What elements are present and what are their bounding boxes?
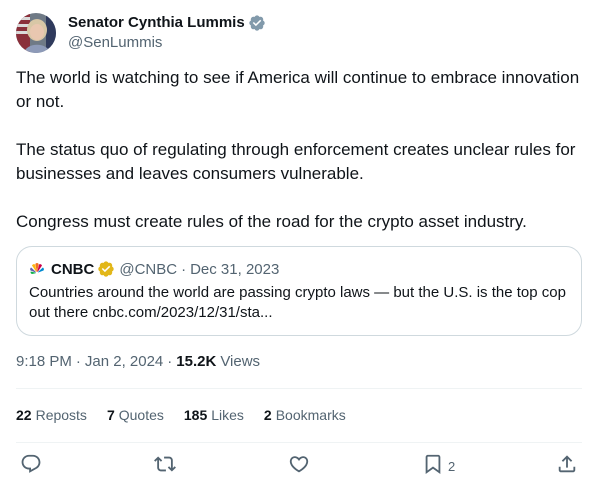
bookmark-button[interactable]: 2 <box>422 452 455 480</box>
views-count: 15.2K <box>176 353 217 370</box>
reply-icon <box>20 453 42 480</box>
views-label: Views <box>220 353 261 370</box>
divider <box>16 388 582 389</box>
repost-button[interactable] <box>154 452 176 480</box>
share-button[interactable] <box>556 452 578 480</box>
tweet-meta: 9:18 PM · Jan 2, 2024 · 15.2K Views <box>16 352 260 372</box>
quotes-count: 7 <box>106 407 115 423</box>
like-heart-icon <box>288 453 310 480</box>
tweet-date[interactable]: Jan 2, 2024 <box>85 352 163 372</box>
tweet-stats: 22 Reposts 7 Quotes 185 Likes 2 Bookmark… <box>16 404 366 426</box>
author-handle[interactable]: @SenLummis <box>68 33 266 53</box>
bookmarks-count: 2 <box>263 407 272 423</box>
reposts-count: 22 <box>16 407 32 423</box>
reposts-label: Reposts <box>35 407 87 423</box>
author-display-name[interactable]: Senator Cynthia Lummis <box>68 13 245 33</box>
reply-button[interactable] <box>20 452 42 480</box>
quotes-stat[interactable]: 7 Quotes <box>107 407 164 423</box>
share-icon <box>556 453 578 480</box>
tweet-header: Senator Cynthia Lummis @SenLummis <box>16 12 266 54</box>
verified-badge-icon[interactable] <box>248 14 266 32</box>
tweet-paragraph: The world is watching to see if America … <box>16 68 580 111</box>
likes-count: 185 <box>183 407 208 423</box>
divider <box>16 442 582 443</box>
likes-label: Likes <box>211 407 244 423</box>
tweet-time[interactable]: 9:18 PM <box>16 352 72 372</box>
verified-gold-badge-icon <box>97 260 115 278</box>
quoted-tweet-date: Dec 31, 2023 <box>190 260 280 278</box>
quoted-tweet-text: Countries around the world are passing c… <box>29 284 566 321</box>
quoted-author-name[interactable]: CNBC <box>51 261 94 278</box>
tweet-action-bar: 2 <box>12 452 586 482</box>
bookmarks-label: Bookmarks <box>275 407 346 423</box>
bookmark-count: 2 <box>448 458 456 474</box>
bookmarks-stat[interactable]: 2 Bookmarks <box>264 407 346 423</box>
nbc-peacock-icon <box>29 261 45 277</box>
like-button[interactable] <box>288 452 310 480</box>
separator-dot: · <box>167 353 173 370</box>
separator-dot: · <box>75 353 81 370</box>
tweet-paragraph: Congress must create rules of the road f… <box>16 212 527 231</box>
likes-stat[interactable]: 185 Likes <box>184 407 244 423</box>
tweet-paragraph: The status quo of regulating through enf… <box>16 140 576 183</box>
tweet-text: The world is watching to see if America … <box>16 66 582 234</box>
author-avatar[interactable] <box>16 13 56 53</box>
quotes-label: Quotes <box>118 407 164 423</box>
quoted-author-handle: @CNBC <box>119 260 178 278</box>
bookmark-icon <box>422 453 444 480</box>
reposts-stat[interactable]: 22 Reposts <box>16 407 87 423</box>
separator-dot: · <box>181 260 187 278</box>
quoted-tweet-card[interactable]: CNBC @CNBC · Dec 31, 2023 Countries arou… <box>16 246 582 336</box>
repost-icon <box>154 453 176 480</box>
